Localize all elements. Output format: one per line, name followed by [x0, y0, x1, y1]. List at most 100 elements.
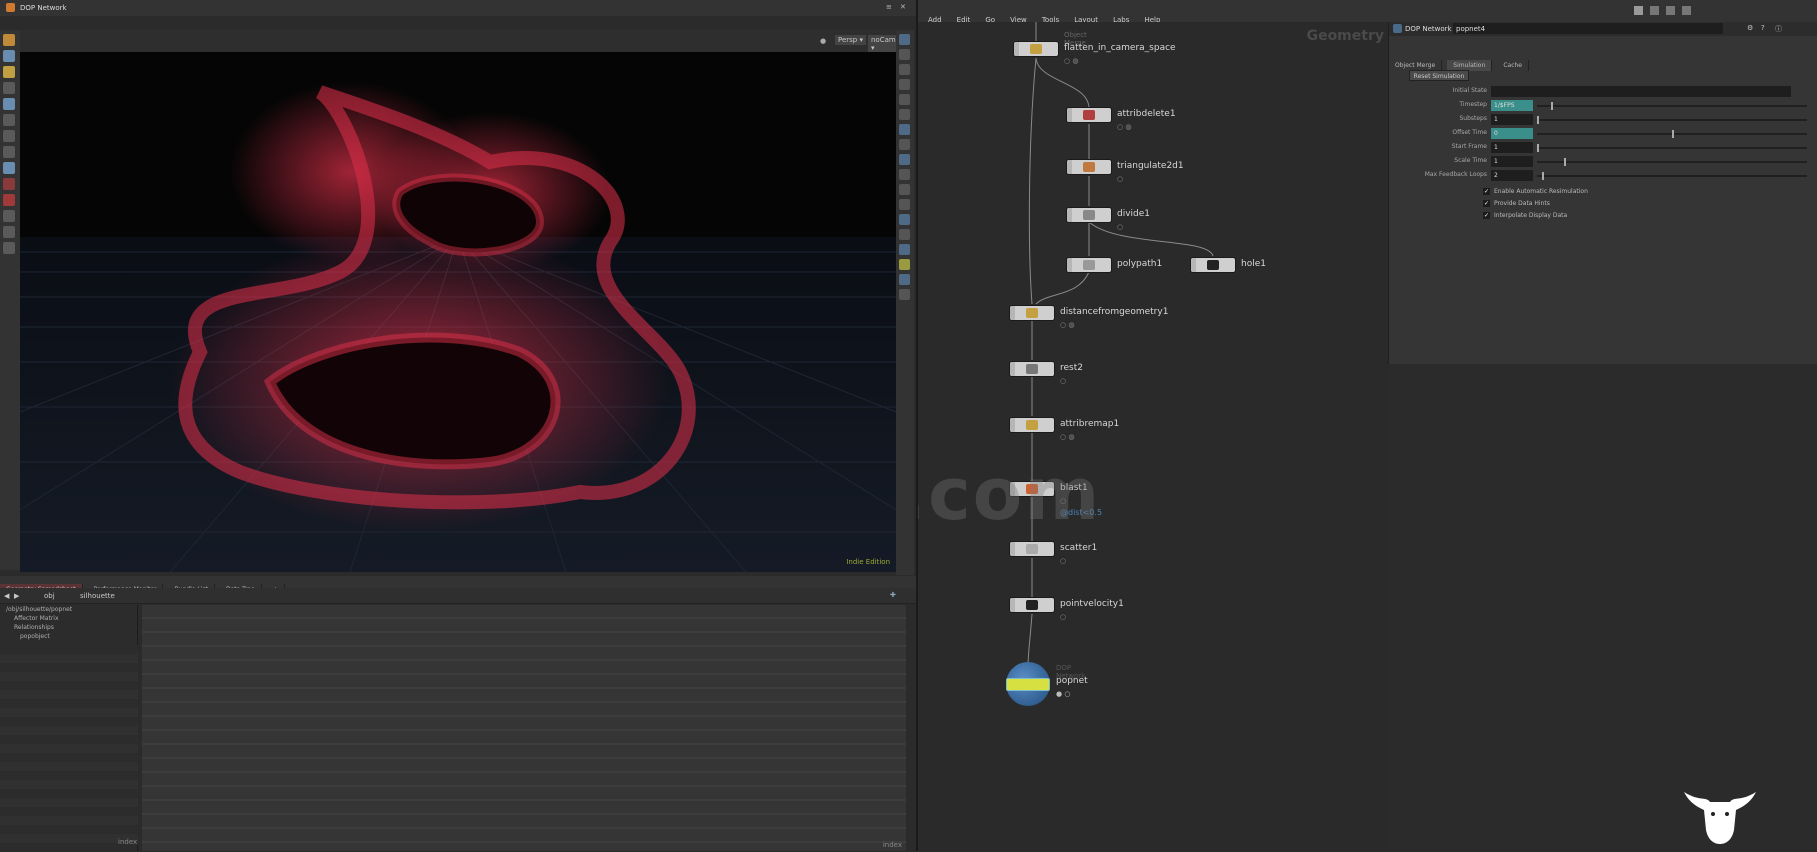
tree-empty-area	[0, 645, 138, 845]
wrench-icon[interactable]	[1634, 6, 1643, 15]
param-field[interactable]: 2	[1491, 170, 1533, 181]
cut-tool-icon[interactable]	[3, 210, 15, 222]
display-icon-18[interactable]	[899, 289, 910, 300]
display-icon-6[interactable]	[899, 109, 910, 120]
info-icon[interactable]: ⓘ	[1775, 24, 1782, 34]
param-field[interactable]: 1/$FPS	[1491, 100, 1533, 111]
param-field[interactable]: 1	[1491, 142, 1533, 153]
network-canvas[interactable]: Geometry Object Merge flatten_in_camera_…	[918, 22, 1388, 851]
display-icon-16[interactable]	[899, 259, 910, 270]
param-slider[interactable]	[1537, 130, 1807, 138]
param-slider[interactable]	[1537, 102, 1807, 110]
display-icon-12[interactable]	[899, 199, 910, 210]
persp-menu[interactable]: Persp ▾	[835, 35, 866, 45]
param-row: Initial State	[1399, 86, 1799, 98]
slider-knob[interactable]	[1564, 158, 1566, 166]
list-icon[interactable]	[1682, 6, 1691, 15]
param-checkbox[interactable]: ✓ Enable Automatic Resimulation	[1483, 188, 1588, 199]
param-label: Initial State	[1452, 87, 1487, 94]
checkbox-icon[interactable]: ✓	[1483, 188, 1490, 195]
orange-tool-icon[interactable]	[3, 34, 15, 46]
reset-simulation-button[interactable]: Reset Simulation	[1409, 70, 1469, 81]
slider-knob[interactable]	[1542, 172, 1545, 180]
arrow-icon[interactable]	[3, 82, 15, 94]
checkbox-icon[interactable]: ✓	[1483, 212, 1490, 219]
param-slider[interactable]	[1537, 172, 1807, 180]
goat-logo	[1680, 784, 1760, 848]
param-checkbox[interactable]: ✓ Interpolate Display Data	[1483, 212, 1567, 223]
slider-knob[interactable]	[1672, 130, 1674, 138]
back-arrow-icon[interactable]: ◀	[4, 592, 9, 600]
param-field[interactable]: 0	[1491, 128, 1533, 139]
param-slider[interactable]	[1537, 158, 1807, 166]
select-tool-icon[interactable]	[3, 50, 15, 62]
bottom-tab-bar: Geometry Spreadsheet Performance Monitor…	[0, 576, 916, 595]
display-icon-14[interactable]	[899, 229, 910, 240]
view-icon[interactable]	[1650, 6, 1659, 15]
pin-icon[interactable]: ✚	[890, 591, 896, 599]
tree-row-popobject[interactable]: popobject	[0, 632, 137, 641]
display-icon-15[interactable]	[899, 244, 910, 255]
display-icon-1[interactable]	[899, 34, 910, 45]
magnet-tool-icon[interactable]	[3, 194, 15, 206]
node-label: popnet	[1056, 676, 1088, 686]
pane-close-icon[interactable]: ✕	[900, 3, 906, 11]
display-icon-10[interactable]	[899, 169, 910, 180]
viewport[interactable]: Indie Edition	[20, 52, 896, 572]
param-row: Offset Time 0	[1399, 128, 1807, 140]
display-icon-4[interactable]	[899, 79, 910, 90]
param-checkbox[interactable]: ✓ Provide Data Hints	[1483, 200, 1550, 211]
param-slider[interactable]	[1537, 144, 1807, 152]
param-field[interactable]: 1	[1491, 156, 1533, 167]
lock-icon[interactable]: ●	[820, 37, 826, 45]
popnet-body	[1006, 678, 1050, 691]
slider-knob[interactable]	[1550, 102, 1553, 110]
param-node-name[interactable]: popnet4	[1453, 23, 1723, 34]
slider-knob[interactable]	[1537, 144, 1539, 152]
viewport-scene	[20, 82, 896, 572]
brush-tool-icon[interactable]	[3, 146, 15, 158]
view-tool-icon[interactable]	[3, 98, 15, 110]
display-icon-17[interactable]	[899, 274, 910, 285]
snap-tool-icon[interactable]	[3, 162, 15, 174]
camera-tool-icon[interactable]	[3, 242, 15, 254]
grid-icon[interactable]	[1666, 6, 1675, 15]
handle-tool-icon[interactable]	[3, 130, 15, 142]
display-icon-13[interactable]	[899, 214, 910, 225]
param-row: Max Feedback Loops 2	[1399, 170, 1807, 182]
node-flags-icon: ○	[1060, 613, 1067, 621]
move-tool-icon[interactable]	[3, 66, 15, 78]
checkbox-icon[interactable]: ✓	[1483, 200, 1490, 207]
tree-row-root[interactable]: /obj/silhouette/popnet	[0, 605, 137, 614]
param-slider[interactable]	[1537, 116, 1807, 124]
path-silhouette[interactable]: silhouette	[80, 592, 115, 600]
gear-icon[interactable]: ⚙	[1747, 24, 1753, 32]
tree-row-affector[interactable]: Affector Matrix	[0, 614, 137, 623]
forward-arrow-icon[interactable]: ▶	[14, 592, 19, 600]
path-obj[interactable]: obj	[44, 592, 55, 600]
scale-tool-icon[interactable]	[3, 178, 15, 190]
display-icon-8[interactable]	[899, 139, 910, 150]
pose-tool-icon[interactable]	[3, 114, 15, 126]
dop-icon	[1393, 24, 1402, 33]
camera-menu[interactable]: noCam ▾	[868, 35, 899, 53]
param-field[interactable]	[1491, 86, 1791, 97]
display-icon-5[interactable]	[899, 94, 910, 105]
node-label: divide1	[1117, 209, 1151, 219]
param-field[interactable]: 1	[1491, 114, 1533, 125]
display-icon-3[interactable]	[899, 64, 910, 75]
display-icon-7[interactable]	[899, 124, 910, 135]
slider-knob[interactable]	[1537, 116, 1539, 124]
pane-menu-icon[interactable]: ≡	[886, 3, 892, 11]
lasso-tool-icon[interactable]	[3, 226, 15, 238]
display-icon-11[interactable]	[899, 184, 910, 195]
help-icon[interactable]: ?	[1761, 24, 1765, 32]
tab-cache[interactable]: Cache	[1497, 60, 1530, 71]
node-flags-icon: ○	[1117, 175, 1124, 183]
spreadsheet-footer-right: index	[882, 841, 902, 849]
param-header: DOP Network popnet4 ⚙ ? ⓘ	[1389, 22, 1817, 36]
display-icon-9[interactable]	[899, 154, 910, 165]
display-icon-2[interactable]	[899, 49, 910, 60]
tree-row-relationships[interactable]: Relationships	[0, 623, 137, 632]
node-flags-icon: ● ○	[1056, 690, 1071, 698]
